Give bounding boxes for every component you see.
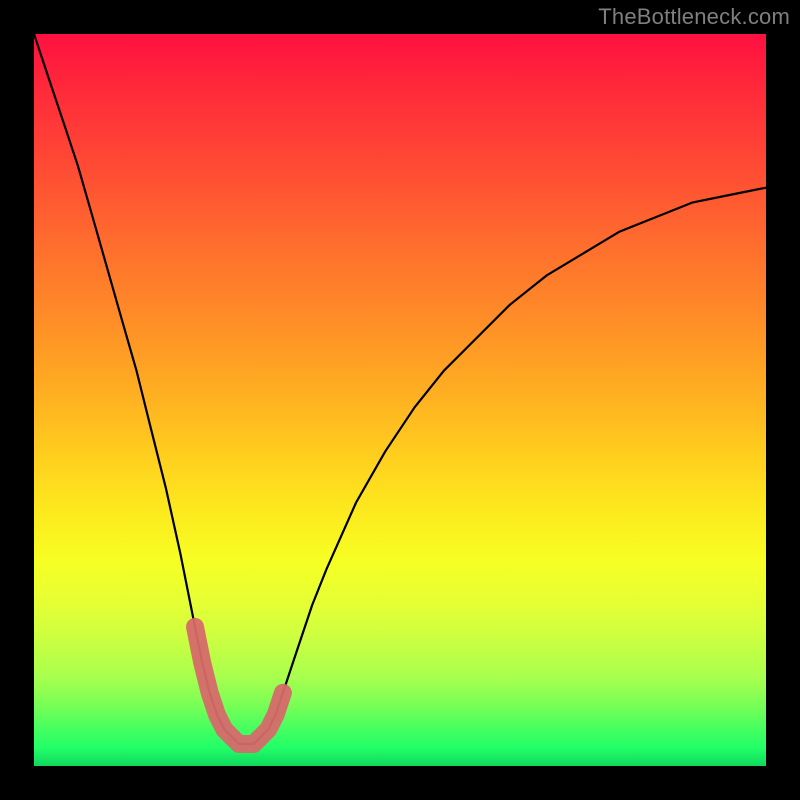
chart-frame: TheBottleneck.com xyxy=(0,0,800,800)
chart-svg xyxy=(34,34,766,766)
bottleneck-curve-line xyxy=(34,34,766,744)
watermark-text: TheBottleneck.com xyxy=(598,4,790,30)
chart-plot-area xyxy=(34,34,766,766)
bottleneck-highlight-line xyxy=(195,627,283,744)
